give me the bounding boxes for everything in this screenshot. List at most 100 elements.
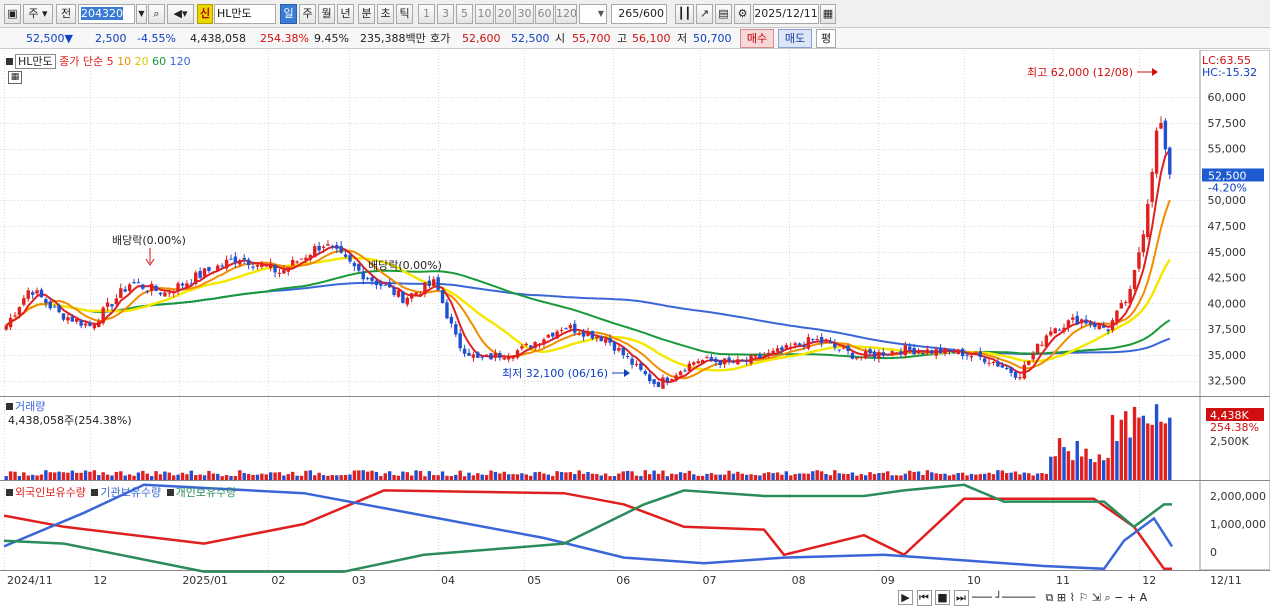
buy-button[interactable]: 매수 <box>740 29 774 48</box>
market-select[interactable]: 주 ▾ <box>23 4 53 24</box>
indicator-icon[interactable]: ⌇ <box>1070 591 1075 604</box>
save-icon[interactable]: ▤ <box>715 4 732 24</box>
sound-icon[interactable]: ◀▾ <box>167 4 194 24</box>
prefix-button[interactable]: 전 <box>56 4 76 24</box>
interval-5[interactable]: 5 <box>456 4 473 24</box>
interval-30[interactable]: 30 <box>515 4 534 24</box>
period-week[interactable]: 주 <box>299 4 316 24</box>
interval-20[interactable]: 20 <box>495 4 514 24</box>
price-value: 52,500 <box>26 32 65 45</box>
zoom-slider[interactable]: ─── ┘───── <box>972 591 1042 604</box>
volume-bar <box>938 473 943 480</box>
volume-bar <box>339 475 343 480</box>
volume-bar <box>908 470 912 480</box>
calendar-icon[interactable]: ▦ <box>820 4 836 24</box>
period-minute[interactable]: 분 <box>358 4 375 24</box>
price-tick-label: 45,000 <box>1208 246 1247 259</box>
interval-60[interactable]: 60 <box>535 4 554 24</box>
scroll-last-icon[interactable]: ⏭ <box>953 590 969 606</box>
search-icon[interactable]: ⌕ <box>148 4 165 24</box>
volume-value: 4,438,058 <box>190 32 246 45</box>
candle-body <box>678 371 683 376</box>
draw-tool-icon[interactable]: ↗ <box>696 4 713 24</box>
price-tick-label: 47,500 <box>1208 220 1247 233</box>
volume-legend-icon[interactable] <box>6 403 13 410</box>
volume-bar <box>872 474 877 480</box>
candle-body <box>1066 320 1071 328</box>
period-tick[interactable]: 틱 <box>396 4 413 24</box>
candle-body <box>343 254 348 257</box>
eval-button[interactable]: 평 <box>816 29 836 48</box>
volume-bar <box>1013 471 1018 480</box>
candle-body <box>652 379 656 384</box>
candle-body <box>1000 365 1005 368</box>
volume-bar <box>925 470 930 480</box>
legend-toggle-icon[interactable] <box>6 58 13 65</box>
volume-bar <box>991 474 996 480</box>
stock-code-input[interactable]: 204320 <box>78 4 135 24</box>
scroll-left-icon[interactable]: ▶ <box>898 590 913 605</box>
sell-button[interactable]: 매도 <box>778 29 812 48</box>
volume-bar <box>696 475 700 480</box>
holder-legend-icon[interactable] <box>6 489 13 496</box>
volume-bar <box>242 473 246 480</box>
window-menu-icon[interactable]: ▣ <box>4 4 21 24</box>
date-field[interactable]: 2025/12/11 <box>753 4 819 24</box>
interval-custom-select[interactable]: ▼ <box>579 4 607 24</box>
count-field[interactable]: 265/600 <box>611 4 667 24</box>
interval-3[interactable]: 3 <box>437 4 454 24</box>
stop-icon[interactable]: ■ <box>935 590 950 605</box>
period-second[interactable]: 초 <box>377 4 394 24</box>
chart-type-icon[interactable]: ⧉ <box>1046 591 1054 604</box>
volume-bar <box>365 471 370 480</box>
minus-icon[interactable]: − <box>1114 591 1123 604</box>
interval-120[interactable]: 120 <box>555 4 577 24</box>
candle-body <box>299 258 304 260</box>
candle-body <box>154 285 158 291</box>
candle-body <box>700 360 705 364</box>
code-dropdown-icon[interactable]: ▼ <box>136 4 147 24</box>
period-month[interactable]: 월 <box>318 4 335 24</box>
candle-body <box>1022 364 1027 379</box>
candle-body <box>947 349 952 352</box>
candle-body <box>965 354 969 356</box>
credit-badge[interactable]: 신 <box>197 4 213 24</box>
candle-type-icon[interactable]: ┃┃ <box>675 4 694 24</box>
font-size-icon[interactable]: A <box>1140 591 1148 604</box>
candle-body <box>8 317 13 328</box>
shrink-icon[interactable]: ⇲ <box>1092 591 1101 604</box>
candle-body <box>224 259 229 269</box>
draw-icon[interactable]: ⚐ <box>1078 591 1088 604</box>
scroll-first-icon[interactable]: ⏮ <box>916 590 932 606</box>
volume-bar <box>692 474 696 480</box>
volume-bar <box>251 474 255 480</box>
holder-legend-icon-3[interactable] <box>166 489 174 496</box>
gear-icon[interactable]: ⚙ <box>734 4 751 24</box>
volume-bar <box>731 473 736 480</box>
zoom-out-icon[interactable]: ⌕ <box>1105 591 1111 604</box>
stock-chart[interactable]: 32,500 35,000 37,500 40,000 42,500 45,000 47,5… <box>0 50 1270 610</box>
candle-body <box>894 352 899 354</box>
candle-body <box>996 361 1000 367</box>
period-day[interactable]: 일 <box>280 4 297 24</box>
volume-bar <box>634 475 639 480</box>
volume-legend-value: 4,438,058주(254.38%) <box>8 414 132 427</box>
plus-icon[interactable]: + <box>1127 591 1136 604</box>
volume-bar <box>154 471 158 480</box>
volume-bar <box>886 471 890 480</box>
table-toggle-icon[interactable]: ▦ <box>8 71 22 84</box>
volume-bar <box>1040 473 1044 480</box>
volume-bar <box>1035 473 1040 480</box>
holder-legend-icon-2[interactable] <box>91 489 99 496</box>
compare-icon[interactable]: ⊞ <box>1057 591 1066 604</box>
candle-body <box>709 357 714 361</box>
interval-1[interactable]: 1 <box>418 4 435 24</box>
period-year[interactable]: 년 <box>337 4 354 24</box>
candle-body <box>1163 120 1168 150</box>
stock-name-field[interactable]: HL만도 <box>214 4 276 24</box>
volume-bar <box>66 472 70 480</box>
volume-bar <box>617 473 621 480</box>
interval-10[interactable]: 10 <box>475 4 494 24</box>
volume-bar <box>392 475 396 480</box>
candle-body <box>1013 371 1018 378</box>
